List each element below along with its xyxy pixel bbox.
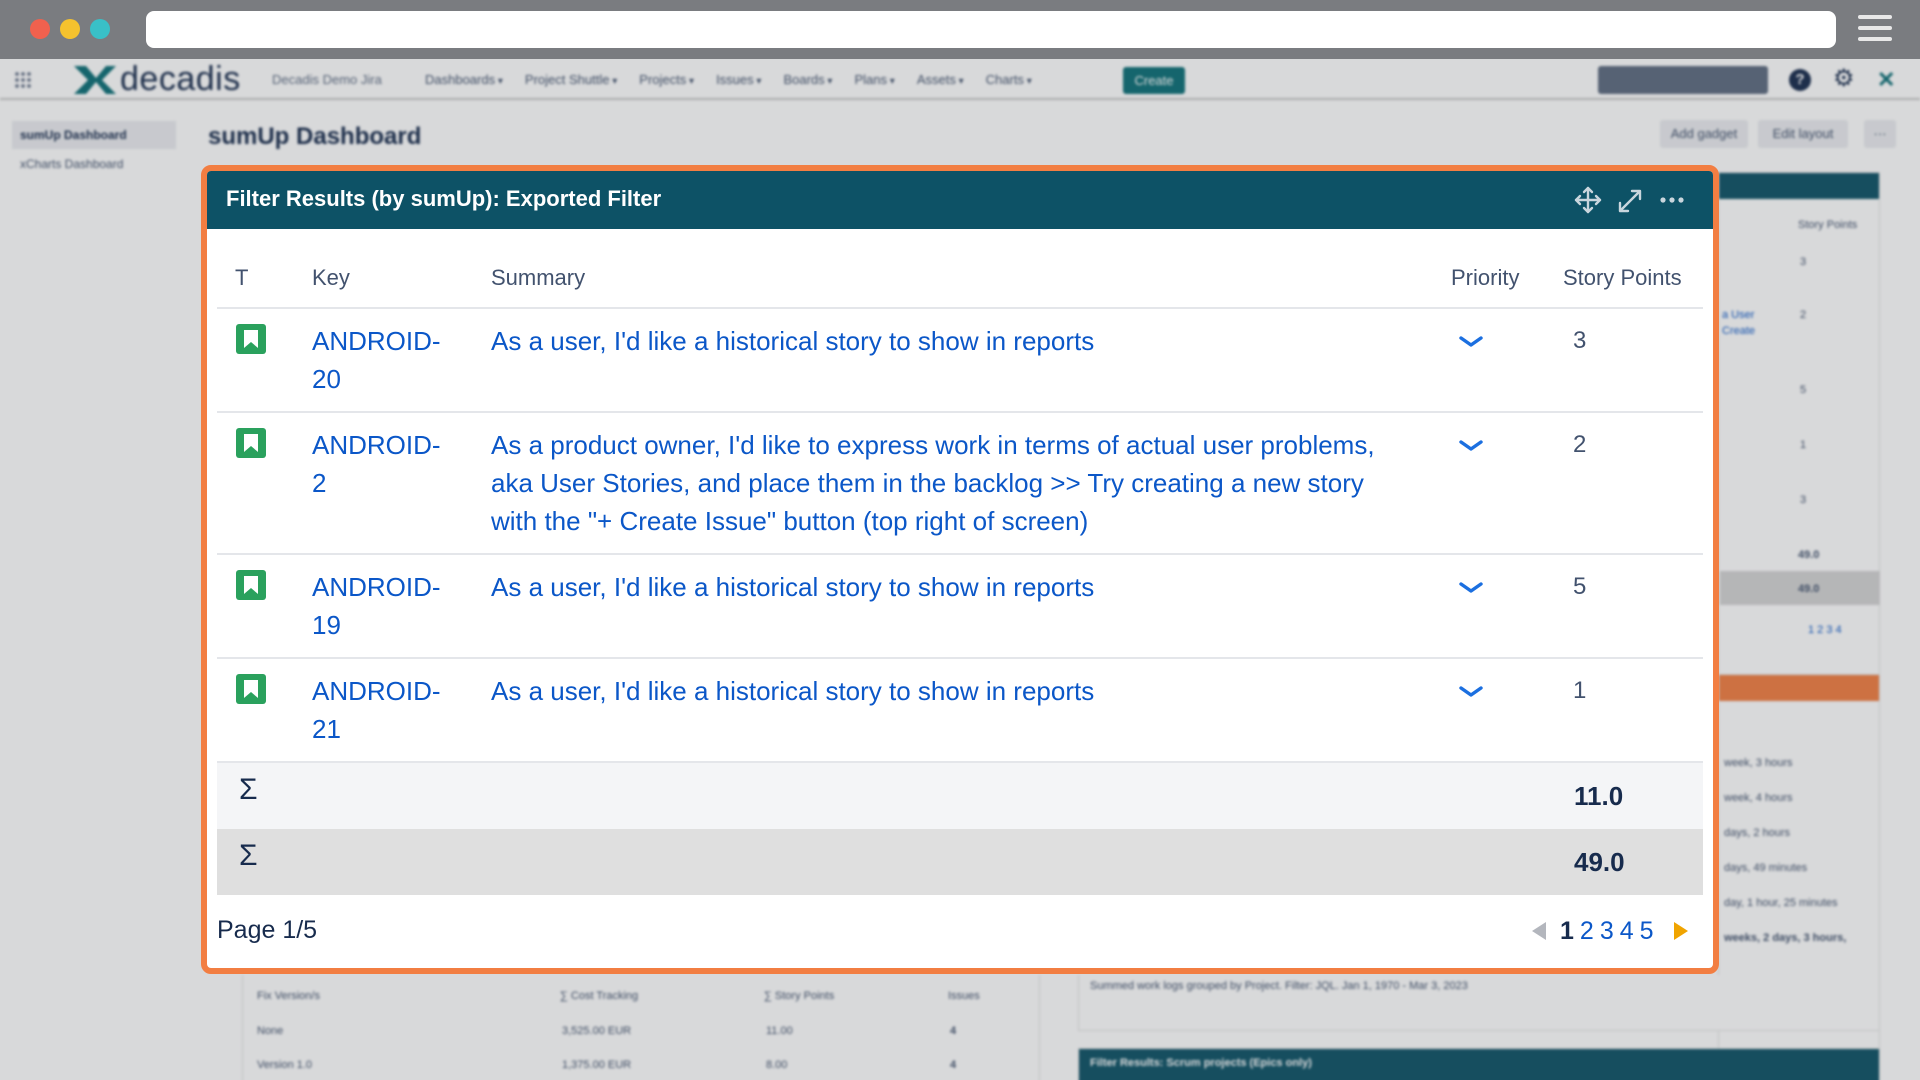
story-icon xyxy=(236,570,266,600)
page-sum-row: Σ 11.0 xyxy=(217,763,1703,829)
issue-key-link[interactable]: ANDROID-2 xyxy=(312,426,452,502)
page-sum-value: 11.0 xyxy=(1574,781,1624,811)
maximize-window-button[interactable] xyxy=(90,19,110,39)
move-icon[interactable] xyxy=(1573,183,1603,217)
minimize-window-button[interactable] xyxy=(60,19,80,39)
page-link-1[interactable]: 1 xyxy=(1560,917,1574,946)
story-points-value: 1 xyxy=(1573,677,1587,704)
address-bar[interactable] xyxy=(146,11,1836,48)
table-row: ANDROID-20 As a user, I'd like a histori… xyxy=(217,309,1703,413)
page-indicator: Page 1/5 xyxy=(217,916,318,944)
page-link-3[interactable]: 3 xyxy=(1600,917,1614,946)
total-sum-icon: Σ xyxy=(239,839,258,872)
priority-low-icon xyxy=(1459,336,1483,347)
column-header-key[interactable]: Key xyxy=(312,265,350,291)
story-points-value: 3 xyxy=(1573,327,1587,354)
priority-low-icon xyxy=(1459,582,1483,593)
total-sum-value: 49.0 xyxy=(1574,847,1625,877)
issue-summary-link[interactable]: As a product owner, I'd like to express … xyxy=(491,426,1411,540)
maximize-icon[interactable] xyxy=(1615,183,1645,217)
page-link-5[interactable]: 5 xyxy=(1640,917,1654,946)
sum-icon: Σ xyxy=(239,773,258,806)
issue-summary-link[interactable]: As a user, I'd like a historical story t… xyxy=(491,672,1411,710)
filter-results-gadget: Filter Results (by sumUp): Exported Filt… xyxy=(201,165,1719,974)
gadget-header: Filter Results (by sumUp): Exported Filt… xyxy=(207,171,1713,229)
story-points-value: 5 xyxy=(1573,573,1587,600)
story-icon xyxy=(236,674,266,704)
column-header-story-points[interactable]: Story Points xyxy=(1563,265,1682,291)
next-page-icon[interactable] xyxy=(1673,922,1688,940)
story-icon xyxy=(236,428,266,458)
priority-low-icon xyxy=(1459,440,1483,451)
column-header-type[interactable]: T xyxy=(235,265,248,291)
issue-key-link[interactable]: ANDROID-21 xyxy=(312,672,452,748)
issue-key-link[interactable]: ANDROID-19 xyxy=(312,568,452,644)
table-row: ANDROID-21 As a user, I'd like a histori… xyxy=(217,659,1703,763)
gadget-title: Filter Results (by sumUp): Exported Filt… xyxy=(226,186,662,211)
story-icon xyxy=(236,324,266,354)
browser-toolbar xyxy=(0,0,1920,59)
column-header-summary[interactable]: Summary xyxy=(491,265,585,291)
issue-key-link[interactable]: ANDROID-20 xyxy=(312,322,452,398)
pagination: 1 2 3 4 5 xyxy=(1532,914,1688,948)
page-link-2[interactable]: 2 xyxy=(1580,917,1594,946)
total-sum-row: Σ 49.0 xyxy=(217,829,1703,895)
issue-summary-link[interactable]: As a user, I'd like a historical story t… xyxy=(491,568,1411,606)
table-row: ANDROID-19 As a user, I'd like a histori… xyxy=(217,555,1703,659)
table-row: ANDROID-2 As a product owner, I'd like t… xyxy=(217,413,1703,555)
priority-low-icon xyxy=(1459,686,1483,697)
column-header-priority[interactable]: Priority xyxy=(1451,265,1519,291)
story-points-value: 2 xyxy=(1573,431,1587,458)
previous-page-icon[interactable] xyxy=(1532,922,1546,940)
more-icon[interactable] xyxy=(1657,183,1687,217)
browser-menu-icon[interactable] xyxy=(1858,15,1892,43)
close-window-button[interactable] xyxy=(30,19,50,39)
page-link-4[interactable]: 4 xyxy=(1620,917,1634,946)
issue-summary-link[interactable]: As a user, I'd like a historical story t… xyxy=(491,322,1411,360)
